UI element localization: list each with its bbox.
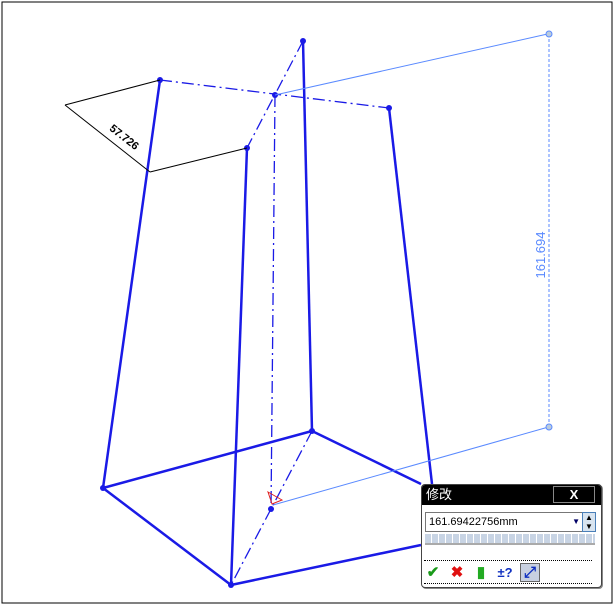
chevron-down-icon[interactable]: ▼ [572, 513, 580, 531]
angled-dimension[interactable] [64, 79, 248, 173]
dialog-title: 修改 [426, 487, 453, 502]
sketch-points[interactable] [100, 38, 392, 588]
close-button[interactable]: X [553, 486, 595, 503]
vertical-dimension-text[interactable]: 161.694 [533, 232, 548, 279]
dialog-titlebar[interactable]: 修改 X [422, 485, 601, 505]
reverse-sense-icon[interactable]: ±? [496, 565, 514, 580]
modify-dialog: 修改 X 161.69422756mm ▼ ▲ ▼ ✔ ✖ ▮ ±? ⤢ [421, 484, 602, 588]
dimension-value: 161.69422756mm [429, 516, 518, 528]
value-spinner[interactable]: ▲ ▼ [582, 512, 596, 532]
coincident-relation-icon [267, 490, 284, 505]
thumbwheel[interactable] [425, 534, 595, 545]
sketch-lines[interactable] [101, 40, 434, 587]
rebuild-traffic-light-icon[interactable]: ▮ [472, 563, 490, 581]
dialog-toolbar: ✔ ✖ ▮ ±? ⤢ [424, 560, 592, 584]
angled-dimension-text[interactable]: 57.726 [107, 123, 141, 153]
dimension-value-input[interactable]: 161.69422756mm ▼ [425, 512, 585, 532]
check-icon[interactable]: ✔ [424, 563, 442, 581]
vertical-dimension[interactable] [272, 30, 553, 506]
mark-dimension-icon[interactable]: ⤢ [520, 562, 540, 582]
cross-icon[interactable]: ✖ [448, 563, 466, 581]
